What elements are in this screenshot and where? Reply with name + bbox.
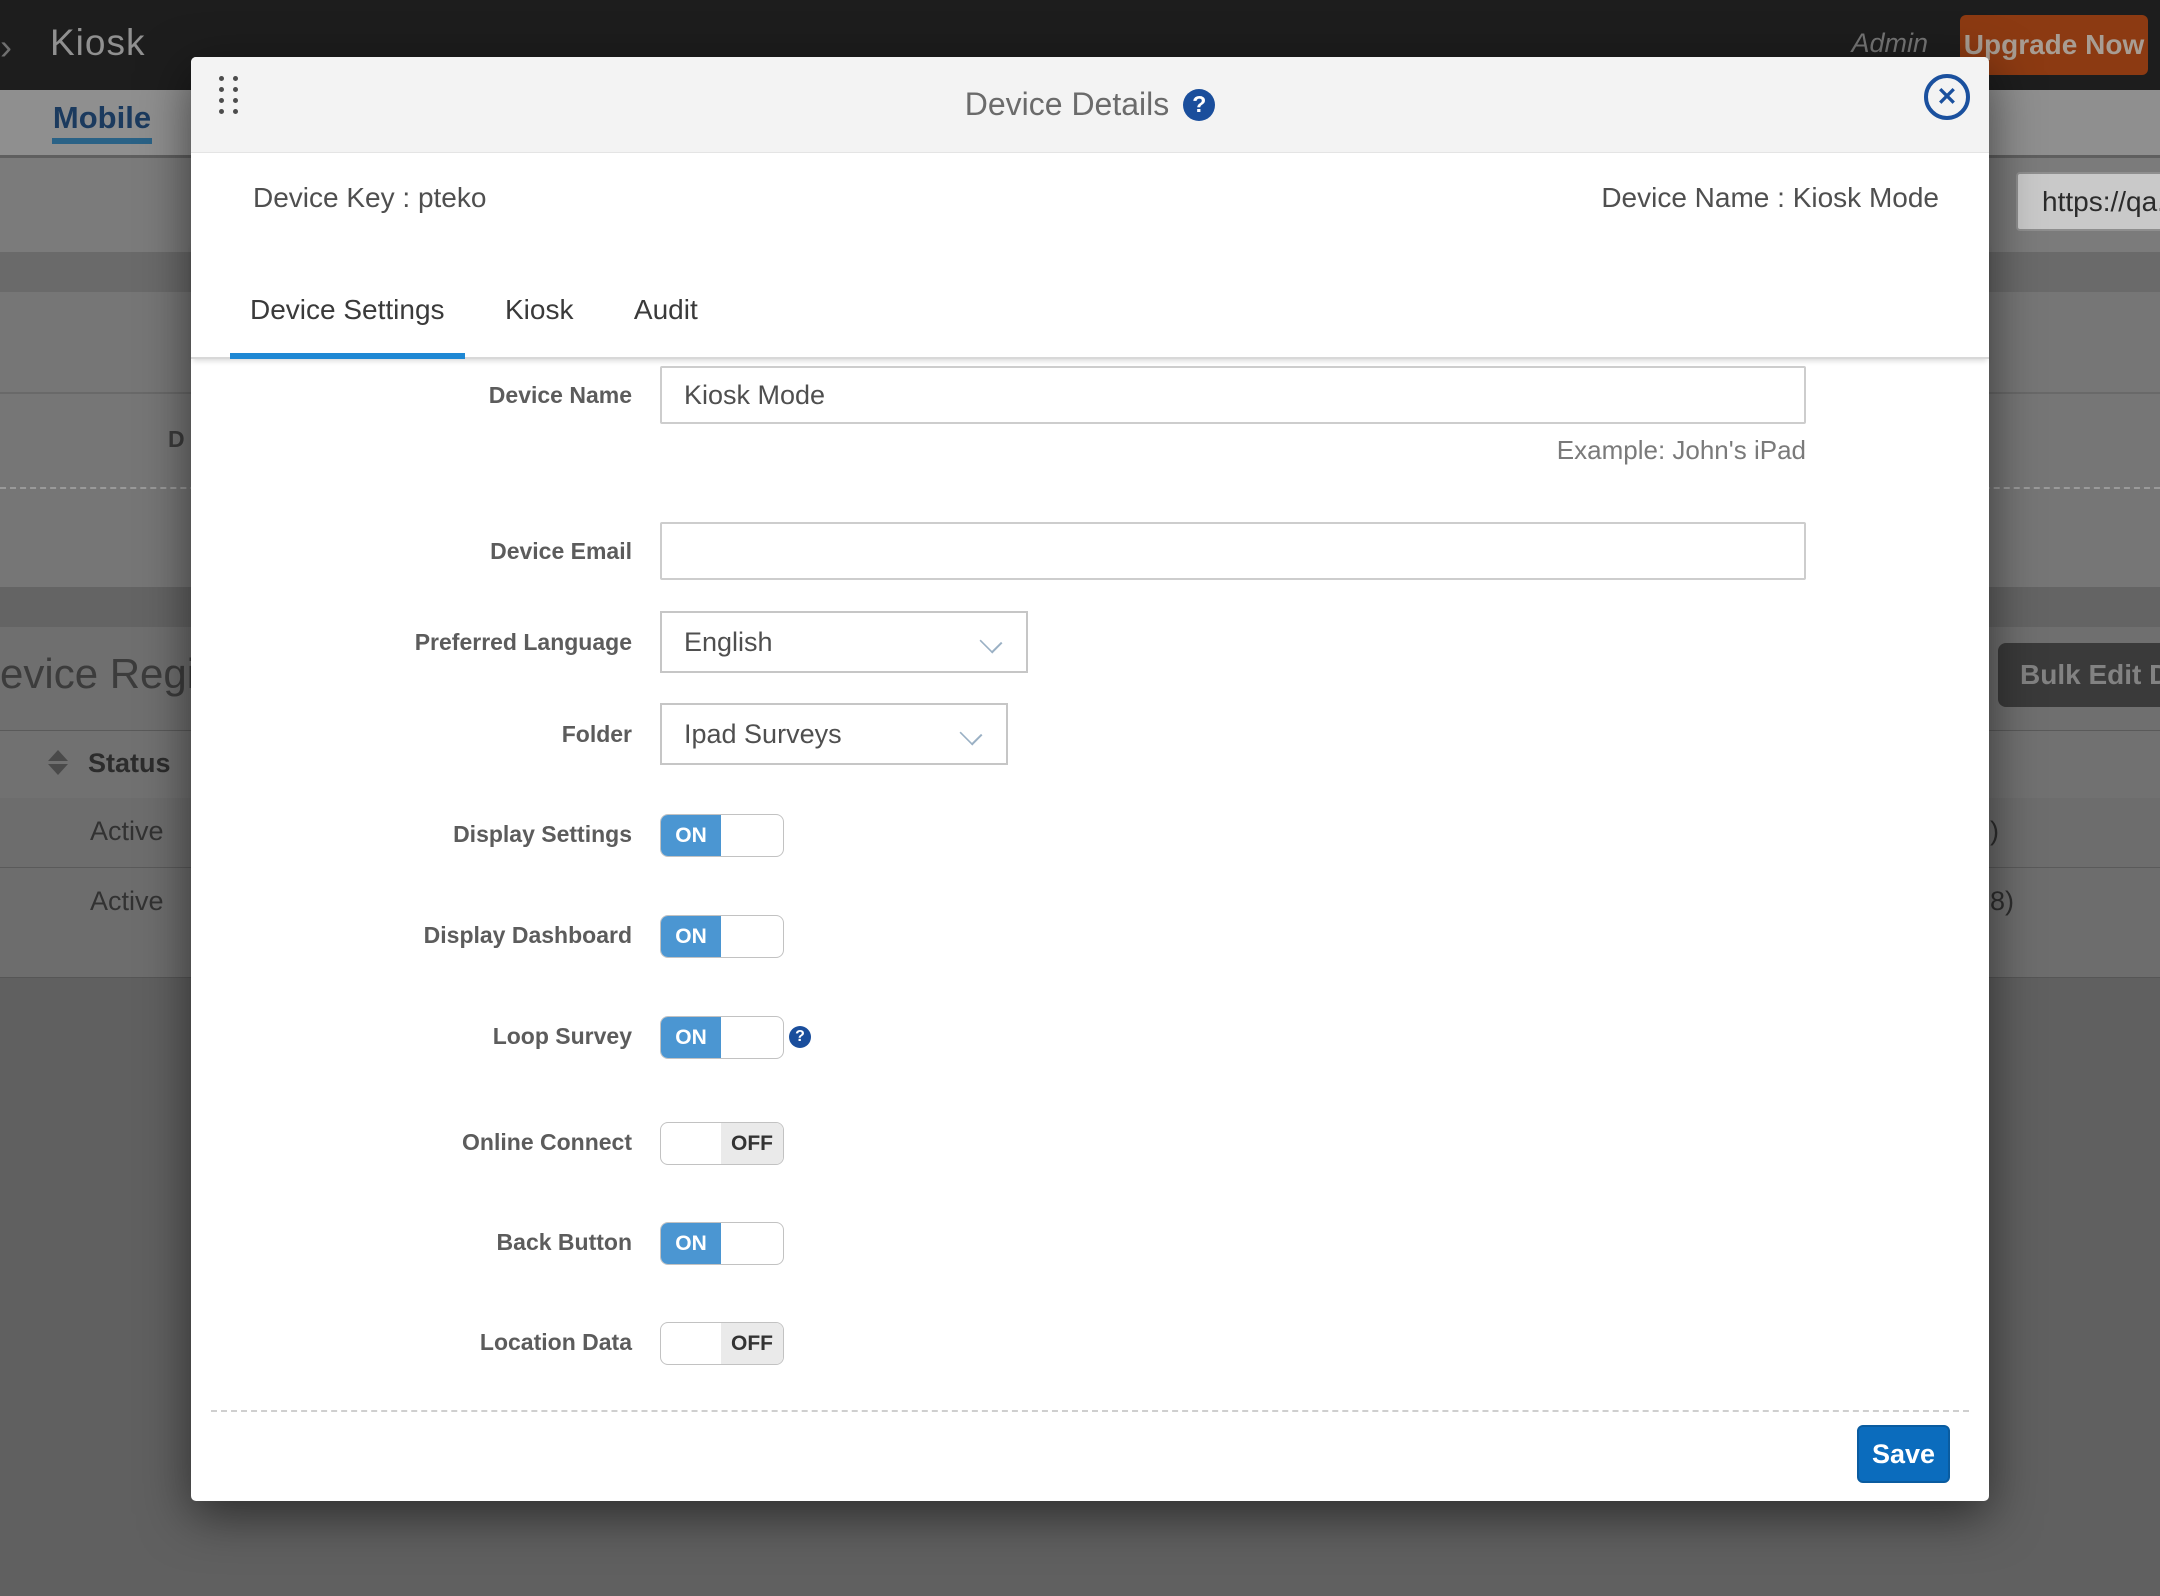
display-dashboard-row: Display Dashboard ON xyxy=(191,915,1989,956)
loop-survey-toggle[interactable]: ON xyxy=(660,1016,784,1059)
loop-survey-help-icon[interactable]: ? xyxy=(789,1026,811,1048)
device-email-input[interactable] xyxy=(660,522,1806,580)
folder-select[interactable]: Ipad Surveys xyxy=(660,703,1008,765)
device-settings-form: Device Name Example: John's iPad Device … xyxy=(191,359,1989,1501)
preferred-language-row: Preferred Language English xyxy=(191,611,1989,673)
back-button-label: Back Button xyxy=(191,1222,632,1263)
device-key-text: Device Key : pteko xyxy=(253,182,486,240)
help-icon[interactable]: ? xyxy=(1183,89,1215,121)
preferred-language-select[interactable]: English xyxy=(660,611,1028,673)
display-settings-row: Display Settings ON xyxy=(191,814,1989,855)
breadcrumb-chevron-icon: › xyxy=(0,26,12,68)
display-settings-label: Display Settings xyxy=(191,814,632,855)
folder-row: Folder Ipad Surveys xyxy=(191,703,1989,765)
chevron-down-icon xyxy=(960,723,983,746)
location-data-row: Location Data OFF xyxy=(191,1322,1989,1363)
footer-divider xyxy=(211,1410,1969,1412)
tab-mobile-underline xyxy=(52,138,152,144)
modal-tabs: Device Settings Kiosk Audit xyxy=(191,240,1989,359)
bulk-edit-devices-button: Bulk Edit Dev xyxy=(1998,643,2160,707)
table-cell-fragment: 8) xyxy=(1990,886,2014,917)
admin-menu: Admin xyxy=(1851,28,1928,59)
display-dashboard-toggle[interactable]: ON xyxy=(660,915,784,958)
sort-icon xyxy=(48,750,70,776)
device-key-row: Device Key : pteko Device Name : Kiosk M… xyxy=(191,152,1989,240)
device-email-row: Device Email xyxy=(191,522,1989,580)
device-name-label: Device Name xyxy=(191,366,632,424)
display-settings-toggle[interactable]: ON xyxy=(660,814,784,857)
modal-title: Device Details xyxy=(965,86,1170,123)
toggle-state: OFF xyxy=(721,1123,783,1164)
folder-value: Ipad Surveys xyxy=(684,719,842,750)
display-dashboard-label: Display Dashboard xyxy=(191,915,632,956)
page-title-kiosk: Kiosk xyxy=(50,22,145,64)
status-column-header: Status xyxy=(88,748,171,779)
tab-audit[interactable]: Audit xyxy=(614,240,718,357)
background-url-input: https://qa. xyxy=(2016,172,2160,231)
back-button-toggle[interactable]: ON xyxy=(660,1222,784,1265)
toggle-state: ON xyxy=(661,916,721,957)
online-connect-row: Online Connect OFF xyxy=(191,1122,1989,1163)
device-details-modal: Device Details ? ✕ Device Key : pteko De… xyxy=(191,57,1989,1501)
device-name-input[interactable] xyxy=(660,366,1806,424)
location-data-label: Location Data xyxy=(191,1322,632,1363)
back-button-row: Back Button ON xyxy=(191,1222,1989,1263)
toggle-state: ON xyxy=(661,1017,721,1058)
device-name-hint: Example: John's iPad xyxy=(660,435,1806,466)
location-data-toggle[interactable]: OFF xyxy=(660,1322,784,1365)
device-email-label: Device Email xyxy=(191,522,632,580)
preferred-language-value: English xyxy=(684,627,773,658)
save-button[interactable]: Save xyxy=(1857,1425,1950,1483)
background-label-fragment: D xyxy=(168,426,185,453)
table-cell-fragment: ) xyxy=(1990,816,1999,847)
loop-survey-row: Loop Survey ON ? xyxy=(191,1016,1989,1057)
modal-header: Device Details ? ✕ xyxy=(191,57,1989,153)
toggle-state: OFF xyxy=(721,1323,783,1364)
folder-label: Folder xyxy=(191,703,632,765)
device-name-text: Device Name : Kiosk Mode xyxy=(1601,182,1939,240)
tab-device-settings[interactable]: Device Settings xyxy=(230,240,465,357)
toggle-state: ON xyxy=(661,1223,721,1264)
online-connect-label: Online Connect xyxy=(191,1122,632,1163)
status-cell: Active xyxy=(90,886,164,917)
status-cell: Active xyxy=(90,816,164,847)
preferred-language-label: Preferred Language xyxy=(191,611,632,673)
online-connect-toggle[interactable]: OFF xyxy=(660,1122,784,1165)
device-name-row: Device Name xyxy=(191,366,1989,424)
tab-mobile: Mobile xyxy=(52,100,152,136)
close-icon[interactable]: ✕ xyxy=(1924,74,1970,120)
chevron-down-icon xyxy=(980,631,1003,654)
toggle-state: ON xyxy=(661,815,721,856)
loop-survey-label: Loop Survey xyxy=(191,1016,632,1057)
tab-kiosk[interactable]: Kiosk xyxy=(485,240,593,357)
